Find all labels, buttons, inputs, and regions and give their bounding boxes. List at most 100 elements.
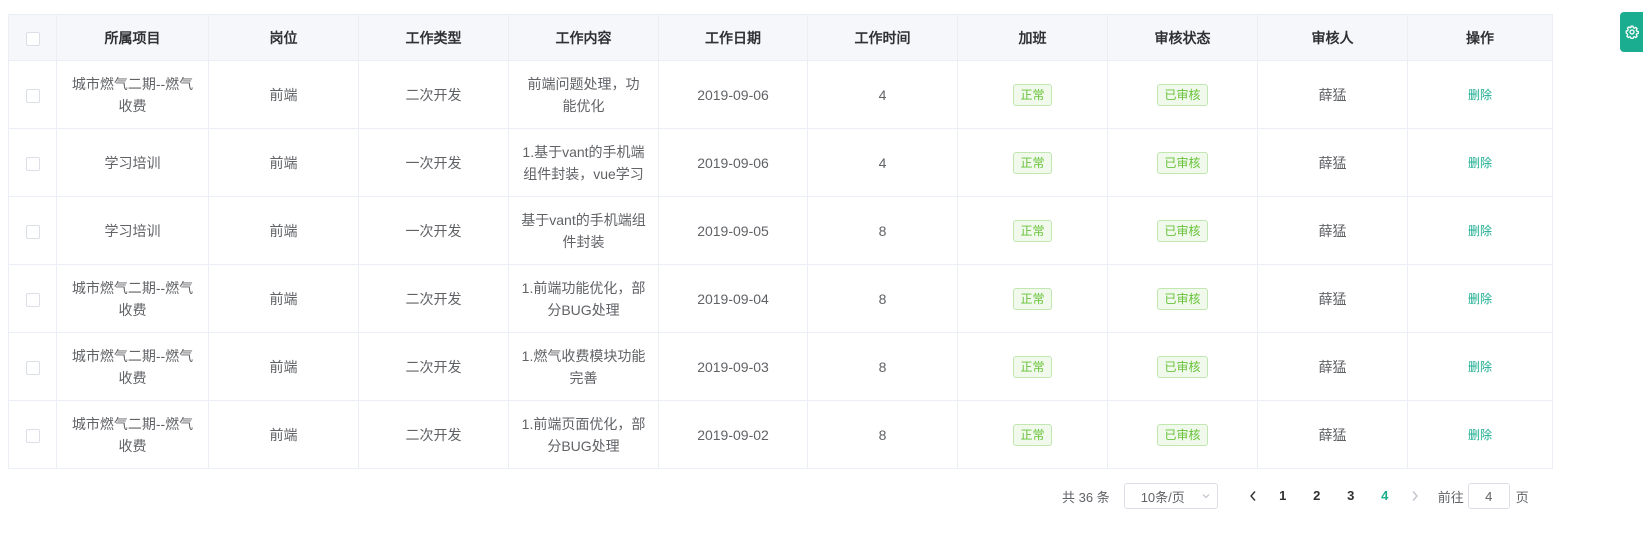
cell-project: 城市燃气二期--燃气收费	[56, 60, 209, 129]
cell-reviewer: 薛猛	[1257, 264, 1408, 333]
cell-overtime: 正常	[957, 332, 1108, 401]
column-header-post[interactable]: 岗位	[208, 14, 359, 61]
cell-reviewer: 薛猛	[1257, 196, 1408, 265]
prev-page-button[interactable]	[1240, 483, 1266, 509]
status-badge: 已审核	[1157, 356, 1208, 378]
cell-content: 基于vant的手机端组件封装	[508, 196, 659, 265]
overtime-tag: 正常	[1013, 220, 1052, 242]
table-row: 城市燃气二期--燃气收费 前端 二次开发 1.燃气收费模块功能完善 2019-0…	[8, 332, 1553, 401]
cell-action: 删除	[1407, 400, 1553, 469]
goto-page-input[interactable]	[1467, 483, 1510, 509]
cell-reviewer: 薛猛	[1257, 128, 1408, 197]
status-badge: 已审核	[1157, 220, 1208, 242]
cell-date: 2019-09-05	[658, 196, 808, 265]
row-select-cell	[8, 60, 57, 129]
page-number-1[interactable]: 1	[1266, 483, 1300, 509]
column-header-project[interactable]: 所属项目	[56, 14, 209, 61]
cell-post: 前端	[208, 196, 359, 265]
chevron-down-icon	[1202, 494, 1210, 499]
overtime-tag: 正常	[1013, 288, 1052, 310]
cell-status: 已审核	[1107, 60, 1258, 129]
row-checkbox[interactable]	[25, 88, 40, 103]
row-select-cell	[8, 332, 57, 401]
table-row: 城市燃气二期--燃气收费 前端 二次开发 前端问题处理，功能优化 2019-09…	[8, 60, 1553, 129]
table-row: 学习培训 前端 一次开发 1.基于vant的手机端组件封装，vue学习 2019…	[8, 128, 1553, 197]
cell-project: 学习培训	[56, 128, 209, 197]
cell-post: 前端	[208, 332, 359, 401]
table-row: 学习培训 前端 一次开发 基于vant的手机端组件封装 2019-09-05 8…	[8, 196, 1553, 265]
overtime-tag: 正常	[1013, 152, 1052, 174]
page-size-value: 10条/页	[1140, 489, 1185, 505]
page-size-select[interactable]: 10条/页	[1123, 483, 1218, 509]
status-badge: 已审核	[1157, 84, 1208, 106]
select-all-cell	[8, 14, 57, 61]
row-select-cell	[8, 196, 57, 265]
cell-content: 1.燃气收费模块功能完善	[508, 332, 659, 401]
pagination: 共 36 条 10条/页 1 2 3 4 前往 页	[1062, 482, 1529, 510]
status-badge: 已审核	[1157, 152, 1208, 174]
row-select-cell	[8, 400, 57, 469]
cell-type: 一次开发	[358, 196, 509, 265]
cell-status: 已审核	[1107, 196, 1258, 265]
table-header-row: 所属项目 岗位 工作类型 工作内容 工作日期 工作时间 加班 审核状态 审核人 …	[8, 14, 1553, 61]
page-number-2[interactable]: 2	[1300, 483, 1334, 509]
row-select-cell	[8, 264, 57, 333]
cell-hours: 4	[807, 60, 958, 129]
cell-hours: 8	[807, 196, 958, 265]
overtime-tag: 正常	[1013, 356, 1052, 378]
page-number-3[interactable]: 3	[1334, 483, 1368, 509]
cell-action: 删除	[1407, 332, 1553, 401]
cell-type: 二次开发	[358, 60, 509, 129]
cell-type: 二次开发	[358, 264, 509, 333]
cell-date: 2019-09-06	[658, 60, 808, 129]
row-select-cell	[8, 128, 57, 197]
cell-overtime: 正常	[957, 264, 1108, 333]
cell-overtime: 正常	[957, 400, 1108, 469]
column-header-date[interactable]: 工作日期	[658, 14, 808, 61]
row-checkbox[interactable]	[25, 292, 40, 307]
delete-button[interactable]: 删除	[1468, 428, 1492, 442]
cell-date: 2019-09-04	[658, 264, 808, 333]
delete-button[interactable]: 删除	[1468, 88, 1492, 102]
column-header-status[interactable]: 审核状态	[1107, 14, 1258, 61]
delete-button[interactable]: 删除	[1468, 292, 1492, 306]
page-number-4[interactable]: 4	[1368, 483, 1402, 509]
cell-post: 前端	[208, 400, 359, 469]
goto-suffix: 页	[1515, 489, 1529, 505]
cell-overtime: 正常	[957, 60, 1108, 129]
cell-status: 已审核	[1107, 264, 1258, 333]
goto-label: 前往	[1437, 489, 1464, 505]
delete-button[interactable]: 删除	[1468, 360, 1492, 374]
column-header-action[interactable]: 操作	[1407, 14, 1553, 61]
gear-icon	[1625, 25, 1639, 39]
cell-date: 2019-09-03	[658, 332, 808, 401]
cell-project: 城市燃气二期--燃气收费	[56, 400, 209, 469]
row-checkbox[interactable]	[25, 428, 40, 443]
cell-content: 1.基于vant的手机端组件封装，vue学习	[508, 128, 659, 197]
chevron-right-icon	[1412, 491, 1418, 501]
cell-reviewer: 薛猛	[1257, 400, 1408, 469]
table-row: 城市燃气二期--燃气收费 前端 二次开发 1.前端页面优化，部分BUG处理 20…	[8, 400, 1553, 469]
delete-button[interactable]: 删除	[1468, 156, 1492, 170]
column-header-reviewer[interactable]: 审核人	[1257, 14, 1408, 61]
chevron-left-icon	[1249, 491, 1256, 501]
table-row: 城市燃气二期--燃气收费 前端 二次开发 1.前端功能优化，部分BUG处理 20…	[8, 264, 1553, 333]
column-header-hours[interactable]: 工作时间	[807, 14, 958, 61]
column-header-overtime[interactable]: 加班	[957, 14, 1108, 61]
cell-content: 1.前端功能优化，部分BUG处理	[508, 264, 659, 333]
delete-button[interactable]: 删除	[1468, 224, 1492, 238]
column-header-type[interactable]: 工作类型	[358, 14, 509, 61]
worklog-table: 所属项目 岗位 工作类型 工作内容 工作日期 工作时间 加班 审核状态 审核人 …	[8, 14, 1553, 469]
next-page-button[interactable]	[1402, 483, 1428, 509]
cell-content: 前端问题处理，功能优化	[508, 60, 659, 129]
row-checkbox[interactable]	[25, 224, 40, 239]
row-checkbox[interactable]	[25, 360, 40, 375]
select-all-checkbox[interactable]	[25, 31, 40, 46]
settings-button[interactable]	[1620, 12, 1643, 52]
cell-project: 城市燃气二期--燃气收费	[56, 264, 209, 333]
column-header-content[interactable]: 工作内容	[508, 14, 659, 61]
cell-type: 二次开发	[358, 332, 509, 401]
page: 所属项目 岗位 工作类型 工作内容 工作日期 工作时间 加班 审核状态 审核人 …	[0, 0, 1643, 543]
row-checkbox[interactable]	[25, 156, 40, 171]
cell-post: 前端	[208, 264, 359, 333]
